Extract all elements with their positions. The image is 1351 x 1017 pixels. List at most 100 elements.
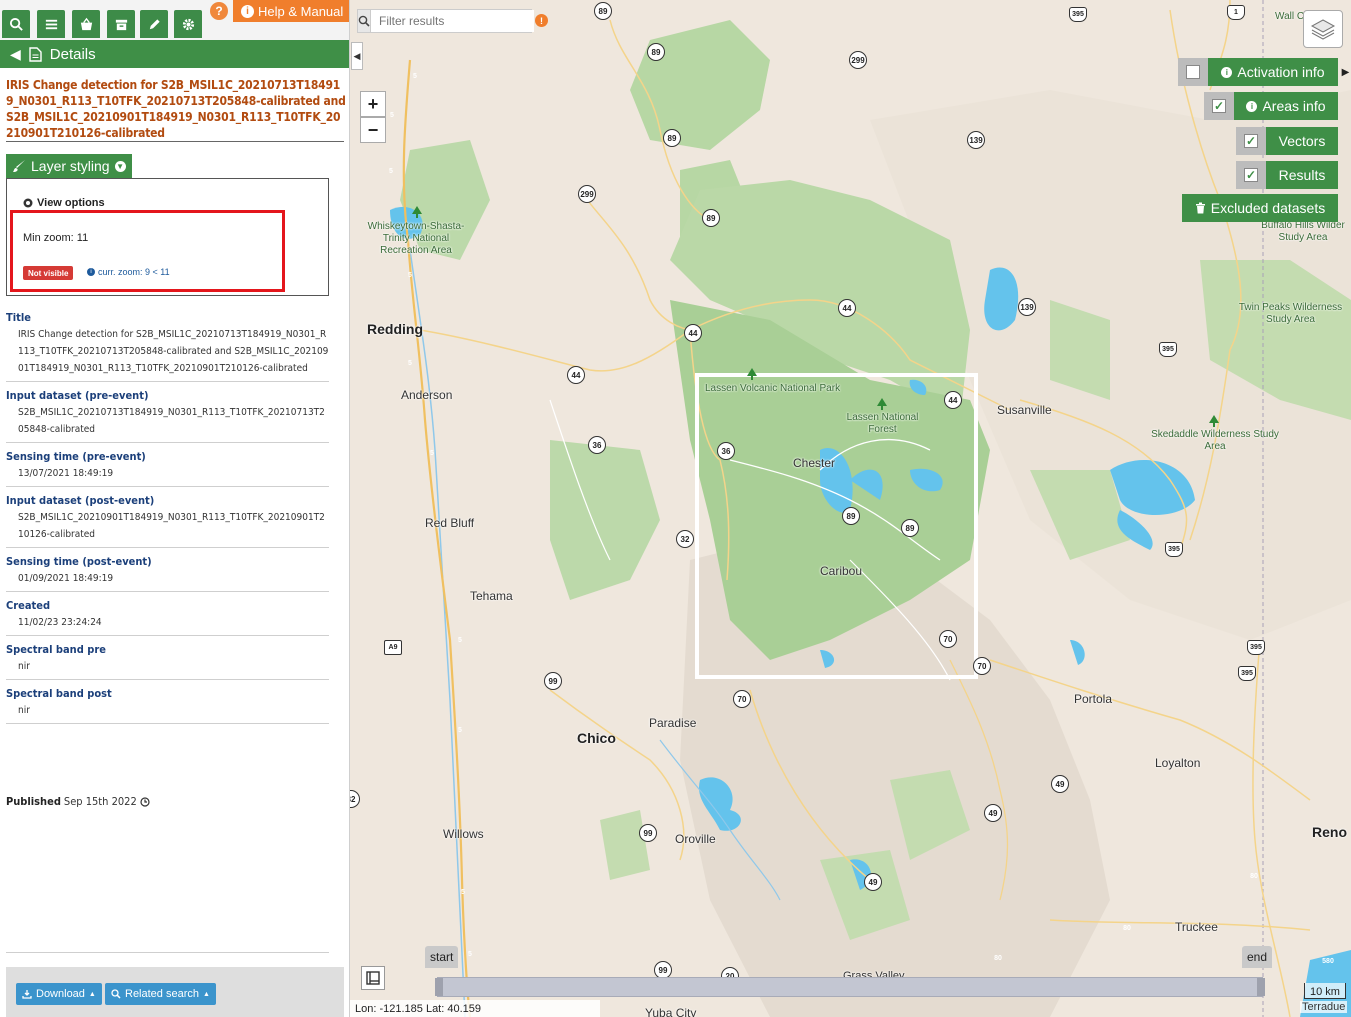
layer-styling-tab[interactable]: Layer styling ▼	[6, 154, 132, 178]
clock-icon	[140, 796, 150, 807]
place-label: Chico	[577, 730, 616, 746]
field-label: Sensing time (pre-event)	[6, 450, 146, 463]
download-button[interactable]: Download ▲	[16, 983, 102, 1005]
route-shield: 89	[647, 43, 665, 61]
settings-tool-button[interactable]	[174, 10, 202, 38]
legend-icon	[366, 971, 380, 985]
interstate-shield: 5	[407, 66, 423, 81]
place-label: Tehama	[470, 589, 513, 603]
park-label: Lassen Volcanic National Park	[705, 383, 841, 394]
document-icon	[29, 46, 42, 62]
edit-tool-button[interactable]	[140, 10, 168, 38]
us-route-shield: 395	[1238, 666, 1256, 681]
checkbox-checked[interactable]: ✓	[1244, 134, 1258, 148]
details-header[interactable]: ◀ Details	[0, 40, 349, 68]
view-options-header[interactable]: View options	[23, 197, 105, 209]
field-label: Created	[6, 599, 51, 612]
place-label: Reno	[1312, 824, 1347, 840]
route-shield: 70	[733, 690, 751, 708]
tree-icon	[877, 398, 887, 410]
caret-up-icon: ▲	[88, 990, 96, 998]
park-label: Twin Peaks Wilderness Study Area	[1238, 302, 1343, 325]
map-attribution[interactable]: Terradue	[1300, 1001, 1348, 1013]
layer-toggle[interactable]: ✓	[1236, 161, 1266, 189]
results-button[interactable]: Results	[1266, 161, 1338, 189]
field-input-post: Input dataset (post-event) S2B_MSIL1C_20…	[6, 487, 329, 548]
field-label: Spectral band pre	[6, 643, 106, 656]
timeline-start-label[interactable]: start	[425, 946, 459, 968]
field-band-post: Spectral band post nir	[6, 680, 329, 724]
eye-icon	[23, 198, 33, 208]
park-label: Wall C	[1275, 11, 1305, 22]
checkbox-unchecked[interactable]	[1186, 65, 1200, 79]
excluded-datasets-button[interactable]: Excluded datasets	[1182, 194, 1338, 222]
layer-row-areas-info: ✓ i Areas info	[1204, 92, 1338, 120]
basemap-layers-button[interactable]	[1303, 10, 1343, 48]
place-label: Oroville	[675, 832, 716, 846]
list-tool-button[interactable]	[37, 10, 65, 38]
basket-tool-button[interactable]	[72, 10, 100, 38]
caret-left-icon: ◀	[353, 50, 361, 61]
tree-icon	[412, 206, 422, 218]
vectors-button[interactable]: Vectors	[1266, 127, 1338, 155]
map-view[interactable]: Redding Anderson Red Bluff Tehama Chico …	[350, 0, 1351, 1017]
collapse-panel-toggle[interactable]: ◀	[351, 42, 363, 70]
layer-styling-label: Layer styling	[31, 158, 110, 174]
field-label: Input dataset (pre-event)	[6, 389, 149, 402]
field-label: Sensing time (post-event)	[6, 555, 152, 568]
checkbox-checked[interactable]: ✓	[1212, 99, 1226, 113]
highlight-annotation-box	[10, 210, 285, 292]
layer-toggle[interactable]: ✓	[1236, 127, 1266, 155]
layer-toggle[interactable]	[1178, 58, 1208, 86]
checkbox-checked[interactable]: ✓	[1244, 168, 1258, 182]
legend-toggle-button[interactable]	[361, 966, 385, 990]
info-icon: i	[1221, 66, 1233, 78]
park-label: Skedaddle Wilderness Study Area	[1151, 429, 1279, 452]
filter-results-input[interactable]	[371, 10, 534, 32]
layer-label: Vectors	[1278, 133, 1326, 149]
trash-icon	[1195, 202, 1205, 214]
zoom-in-button[interactable]: +	[360, 91, 386, 117]
route-shield: A9	[384, 640, 402, 655]
interstate-shield: 5	[384, 105, 400, 120]
download-icon	[22, 990, 32, 999]
us-route-shield: 395	[1159, 342, 1177, 357]
route-shield: 99	[639, 824, 657, 842]
interstate-shield: 5	[452, 630, 468, 645]
gear-icon	[182, 18, 194, 30]
filter-search-button[interactable]	[358, 10, 371, 32]
timeline-end-label[interactable]: end	[1242, 946, 1273, 968]
help-question-icon[interactable]: ?	[210, 2, 228, 20]
caret-right-icon[interactable]: ▶	[1340, 63, 1351, 81]
search-icon	[111, 989, 121, 999]
place-label: Redding	[367, 321, 423, 337]
app-root: ? i Help & Manual ◀ Details IRIS Change …	[0, 0, 1351, 1017]
us-route-shield: 1	[1227, 5, 1245, 20]
interstate-shield: 5	[402, 353, 418, 368]
areas-info-button[interactable]: i Areas info	[1234, 92, 1338, 120]
us-route-shield: 395	[1069, 7, 1087, 22]
timeline-end-handle[interactable]	[1257, 978, 1265, 996]
related-search-button[interactable]: Related search ▲	[105, 983, 216, 1005]
interstate-shield: 80	[990, 948, 1006, 963]
search-tool-button[interactable]	[2, 10, 30, 38]
field-sensing-pre: Sensing time (pre-event) 13/07/2021 18:4…	[6, 443, 329, 487]
download-label: Download	[36, 988, 85, 1000]
archive-tool-button[interactable]	[107, 10, 135, 38]
timeline-slider[interactable]	[435, 977, 1265, 997]
activation-info-button[interactable]: i Activation info	[1208, 58, 1338, 86]
route-shield: 70	[939, 630, 957, 648]
layer-label: Excluded datasets	[1210, 200, 1326, 216]
field-value: nir	[18, 705, 30, 716]
zoom-out-button[interactable]: −	[360, 117, 386, 143]
layer-toggle[interactable]: ✓	[1204, 92, 1234, 120]
layer-label: Activation info	[1237, 64, 1325, 80]
help-manual-button[interactable]: i Help & Manual	[233, 0, 349, 22]
brush-icon	[13, 160, 25, 172]
timeline-start-handle[interactable]	[435, 978, 443, 996]
published-label: Published	[6, 795, 61, 808]
filter-info-icon[interactable]: !	[535, 14, 548, 27]
chevron-left-icon[interactable]: ◀	[10, 46, 21, 63]
panel-bottom-divider	[6, 952, 329, 953]
search-icon	[9, 17, 23, 31]
